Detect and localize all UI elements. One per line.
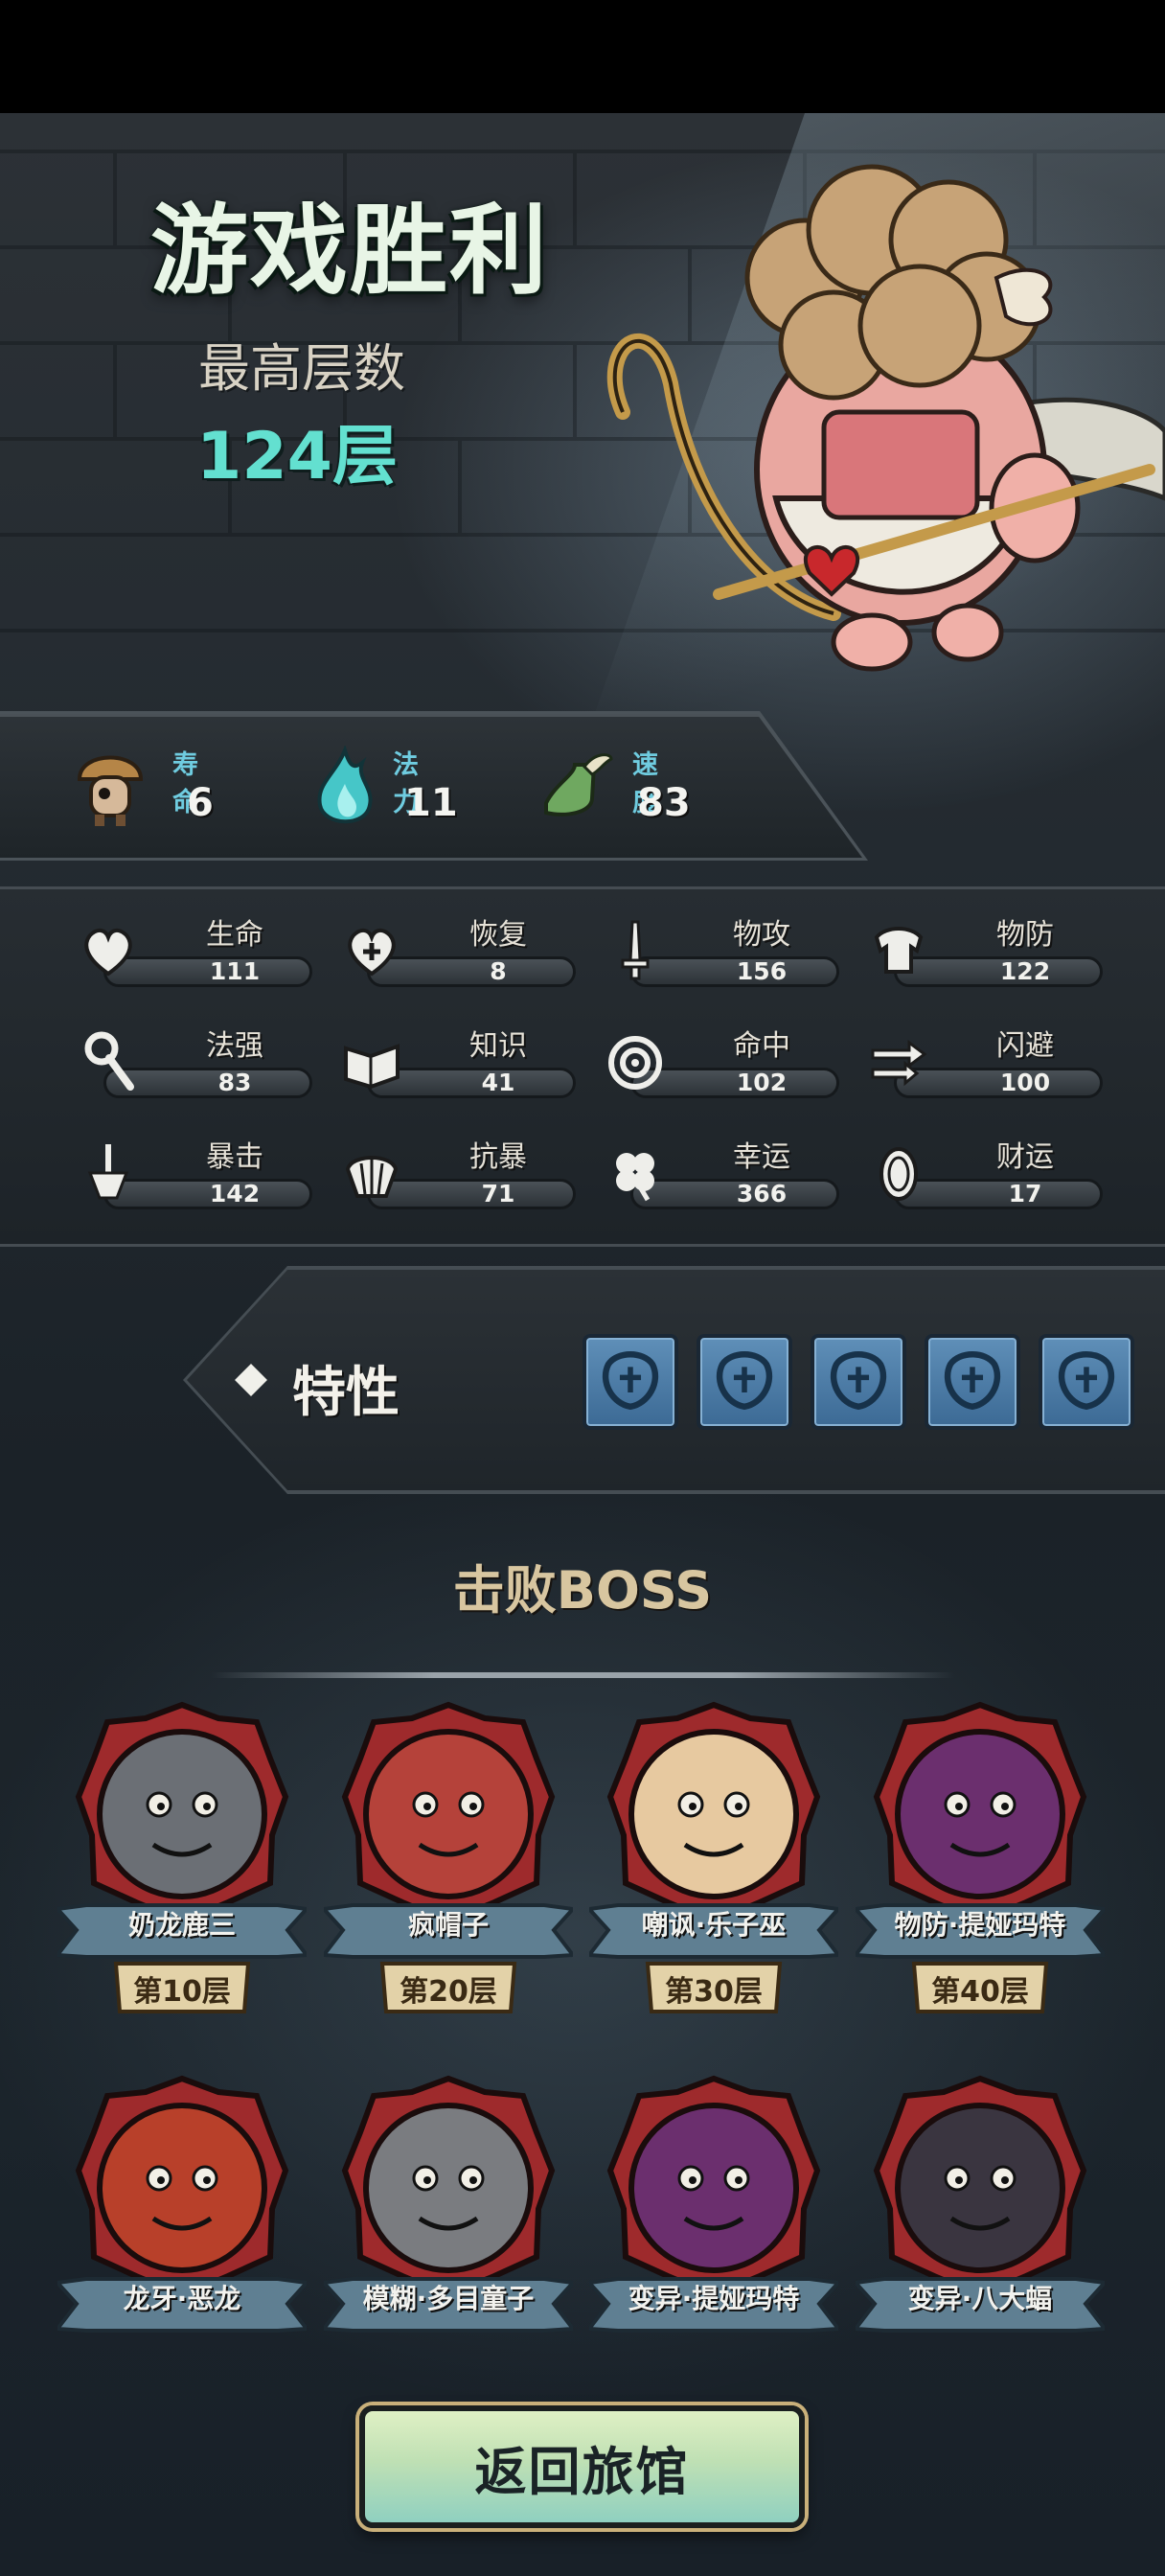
- attribute-name: 幸运: [733, 1140, 790, 1174]
- boss-name: 物防·提娅玛特: [894, 1909, 1066, 1941]
- trait-bird-icon: [1058, 1351, 1115, 1411]
- cupid-hero-illustration: [606, 164, 1165, 672]
- attribute-item: 幸运 366: [604, 1133, 843, 1209]
- attribute-value: 17: [1008, 1180, 1042, 1208]
- victory-title: 游戏胜利: [150, 195, 549, 309]
- max-floor-label: 最高层数: [198, 338, 405, 399]
- trait-slot[interactable]: [582, 1334, 678, 1430]
- boss-card[interactable]: 变异·提娅玛特: [589, 2075, 838, 2401]
- boss-divider: [211, 1672, 954, 1678]
- sword-icon: [621, 920, 650, 980]
- boss-floor: 第30层: [665, 1975, 763, 2009]
- attribute-item: 闪避 100: [867, 1022, 1107, 1098]
- attribute-item: 恢复 8: [340, 910, 580, 987]
- boss-floor: 第20层: [400, 1975, 497, 2009]
- boss-name: 嘲讽·乐子巫: [641, 1909, 787, 1941]
- book-icon: [344, 1044, 400, 1090]
- trait-slot[interactable]: [697, 1334, 792, 1430]
- boss-card[interactable]: 模糊·多目童子: [324, 2075, 573, 2401]
- boss-name: 疯帽子: [407, 1909, 489, 1941]
- boss-name: 模糊·多目童子: [362, 2283, 535, 2314]
- attribute-item: 物防 122: [867, 910, 1107, 987]
- max-floor-value: 124层: [196, 419, 398, 494]
- attribute-value: 71: [481, 1180, 515, 1208]
- dodge-arrows-icon: [871, 1040, 927, 1087]
- coin-icon: [879, 1147, 918, 1201]
- attribute-value: 111: [209, 957, 261, 985]
- attribute-name: 物攻: [733, 918, 790, 952]
- boss-card[interactable]: 疯帽子第20层: [324, 1701, 573, 2027]
- attribute-value: 142: [209, 1180, 261, 1208]
- boss-card[interactable]: 物防·提娅玛特 第40层: [856, 1701, 1105, 2027]
- staff-icon: [84, 1031, 134, 1091]
- blue-flame-icon: [317, 746, 373, 824]
- boss-card[interactable]: 变异·八大蝠: [856, 2075, 1105, 2401]
- boss-name: 奶龙鹿三: [127, 1909, 236, 1941]
- attribute-name: 暴击: [206, 1140, 263, 1174]
- boss-name: 龙牙·恶龙: [123, 2283, 241, 2314]
- attribute-value: 156: [736, 957, 788, 985]
- attribute-item: 命中 102: [604, 1022, 843, 1098]
- attribute-name: 闪避: [996, 1029, 1054, 1063]
- attribute-name: 抗暴: [469, 1140, 527, 1174]
- heart-icon: [84, 929, 132, 977]
- attribute-name: 法强: [206, 1029, 263, 1063]
- clover-icon: [616, 1153, 654, 1202]
- shell-shield-icon: [345, 1156, 399, 1198]
- trait-broken-rune-icon: [716, 1351, 773, 1411]
- attribute-item: 抗暴 71: [340, 1133, 580, 1209]
- boss-name: 变异·提娅玛特: [628, 2283, 800, 2314]
- attribute-item: 财运 17: [867, 1133, 1107, 1209]
- boss-card[interactable]: 龙牙·恶龙: [57, 2075, 307, 2401]
- trait-slot[interactable]: [925, 1334, 1020, 1430]
- attribute-value: 83: [217, 1069, 252, 1096]
- attribute-value: 102: [736, 1069, 788, 1096]
- attribute-name: 生命: [206, 918, 263, 952]
- attribute-value: 366: [736, 1180, 788, 1208]
- attribute-name: 财运: [996, 1140, 1054, 1174]
- core-stat-value: 11: [404, 781, 458, 825]
- target-icon: [608, 1036, 662, 1090]
- attribute-name: 物防: [996, 918, 1054, 952]
- trait-feet-icon: [830, 1351, 887, 1411]
- attribute-item: 知识 41: [340, 1022, 580, 1098]
- heart-plus-icon: [348, 929, 396, 977]
- crit-dagger-icon: [87, 1144, 129, 1200]
- boss-card[interactable]: 嘲讽·乐子巫 第30层: [589, 1701, 838, 2027]
- return-to-inn-button[interactable]: 返回旅馆: [359, 2405, 805, 2528]
- attribute-item: 物攻 156: [604, 910, 843, 987]
- core-stat-value: 83: [637, 781, 691, 825]
- trait-creature-icon: [944, 1351, 1001, 1411]
- attribute-value: 8: [490, 957, 507, 985]
- armor-icon: [874, 927, 924, 974]
- mushroom-creature-icon: [77, 755, 144, 826]
- trait-fist-icon: [602, 1351, 659, 1411]
- attribute-item: 生命 111: [77, 910, 316, 987]
- attribute-value: 122: [999, 957, 1051, 985]
- trait-slot[interactable]: [811, 1334, 906, 1430]
- attribute-value: 41: [481, 1069, 515, 1096]
- attribute-item: 法强 83: [77, 1022, 316, 1098]
- attribute-name: 知识: [469, 1029, 527, 1063]
- attribute-name: 恢复: [469, 918, 527, 952]
- trait-slot[interactable]: [1039, 1334, 1134, 1430]
- attribute-value: 100: [999, 1069, 1051, 1096]
- core-stat-value: 6: [187, 781, 214, 825]
- return-to-inn-label: 返回旅馆: [474, 2441, 690, 2502]
- boss-floor: 第40层: [931, 1975, 1029, 2009]
- defeated-boss-title: 击败BOSS: [452, 1560, 713, 1621]
- boss-name: 变异·八大蝠: [907, 2283, 1053, 2314]
- attribute-name: 命中: [733, 1029, 790, 1063]
- attribute-item: 暴击 142: [77, 1133, 316, 1209]
- boss-floor: 第10层: [133, 1975, 231, 2009]
- trait-label: 特性: [292, 1362, 400, 1424]
- winged-boot-icon: [544, 753, 613, 816]
- boss-card[interactable]: 奶龙鹿三第10层: [57, 1701, 307, 2027]
